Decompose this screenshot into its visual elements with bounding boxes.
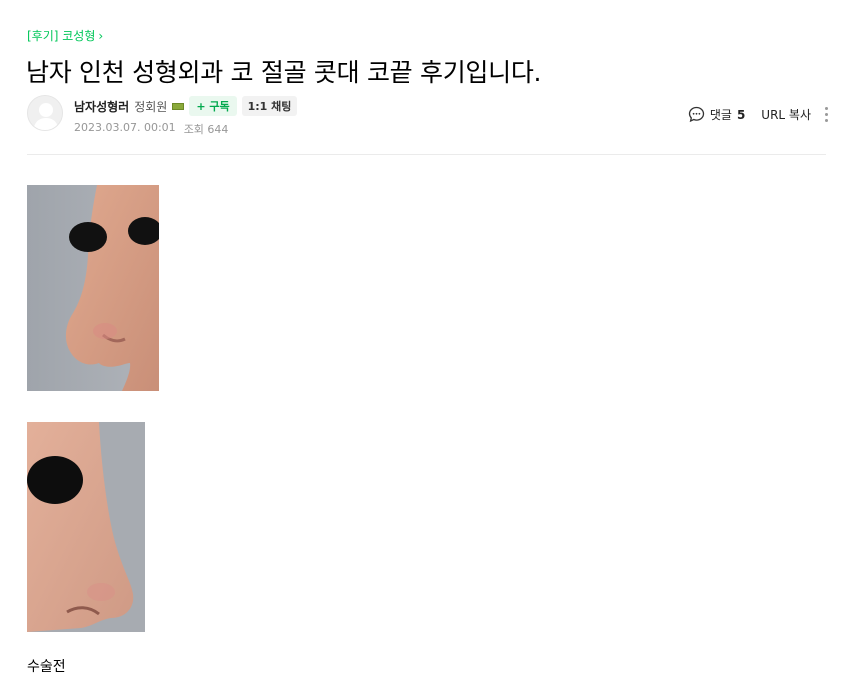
subscribe-button[interactable]: + 구독: [189, 96, 237, 116]
header-divider: [27, 154, 826, 155]
chevron-right-icon: ›: [98, 28, 104, 43]
comment-bubble-icon: [688, 106, 704, 123]
level-badge-icon: [172, 102, 185, 110]
post-meta: 2023.03.07. 00:01 조회 644: [74, 121, 228, 137]
post-date: 2023.03.07. 00:01: [74, 121, 176, 134]
more-options-icon[interactable]: [823, 107, 829, 122]
chat-button[interactable]: 1:1 채팅: [241, 96, 298, 116]
member-level: 정회원: [134, 99, 168, 114]
category-link[interactable]: [후기] 코성형 ›: [27, 27, 103, 44]
view-count: 조회 644: [183, 123, 229, 136]
comment-label: 댓글: [709, 108, 732, 122]
nose-oblique-image: [27, 422, 145, 632]
photo-caption: 수술전: [27, 659, 66, 675]
author-info: 남자성형러 정회원 + 구독 1:1 채팅: [74, 96, 298, 116]
article-tools: 댓글 5 URL 복사: [688, 106, 829, 123]
category-label: [후기] 코성형: [27, 29, 96, 43]
comment-count: 5: [736, 107, 746, 122]
url-copy-button[interactable]: URL 복사: [761, 106, 811, 123]
comment-button[interactable]: 댓글 5: [688, 106, 745, 123]
author-name[interactable]: 남자성형러: [74, 98, 129, 115]
avatar[interactable]: [27, 95, 63, 131]
nose-photo-side[interactable]: [27, 185, 159, 391]
default-profile-icon: [28, 96, 62, 130]
post-title: 남자 인천 성형외과 코 절골 콧대 코끝 후기입니다.: [26, 58, 542, 87]
nose-photo-oblique[interactable]: [27, 422, 145, 632]
nose-profile-image: [27, 185, 159, 391]
